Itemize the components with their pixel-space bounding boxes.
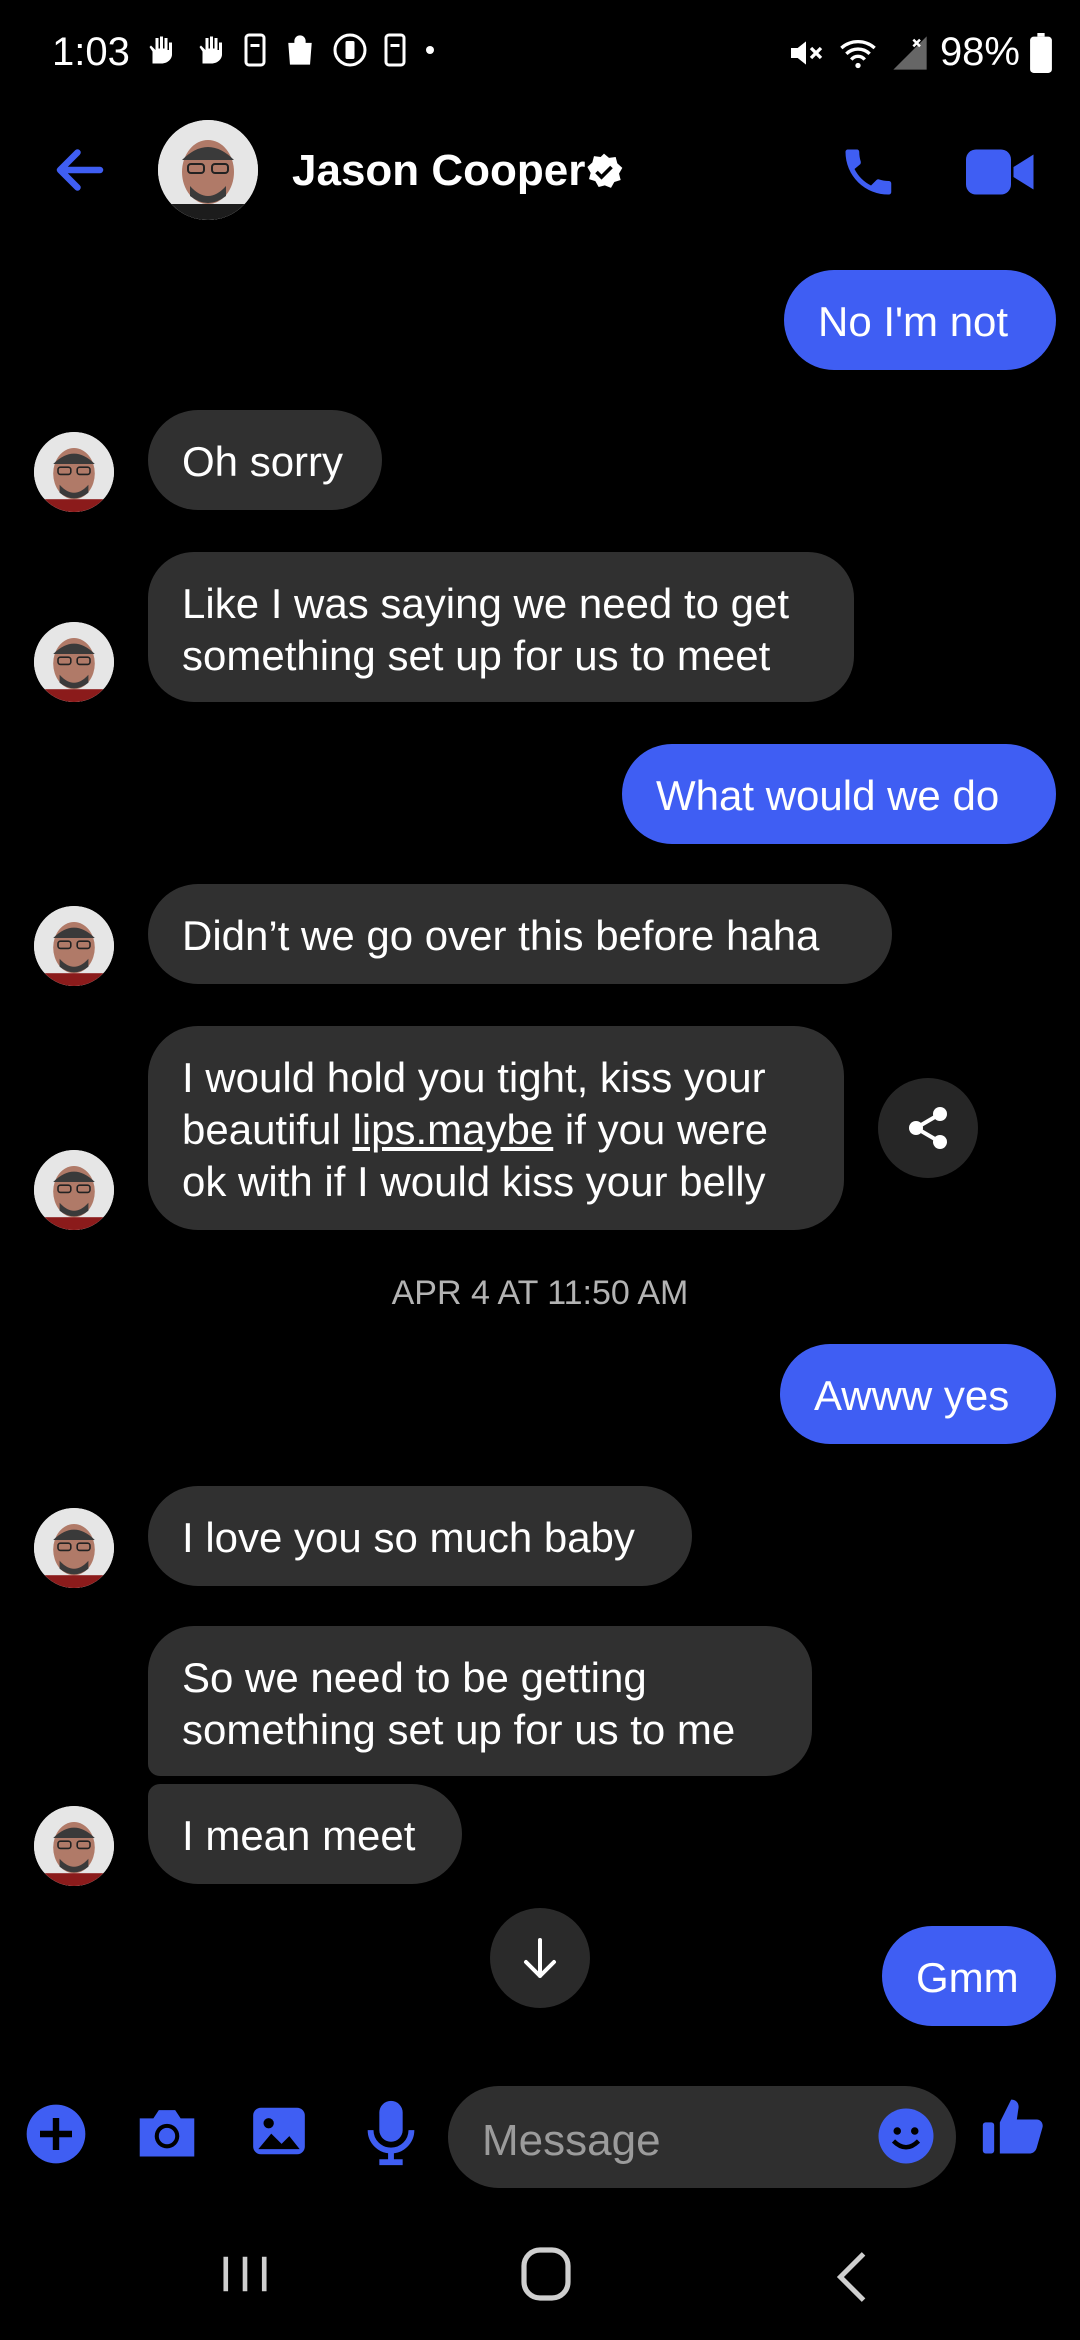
- status-time: 1:03: [52, 30, 130, 74]
- message-bubble-incoming[interactable]: I love you so much baby: [148, 1486, 692, 1586]
- camera-icon[interactable]: [134, 2102, 200, 2162]
- battery-percent: 98%: [939, 30, 1020, 74]
- plus-icon[interactable]: [24, 2102, 88, 2166]
- notification-icons: [142, 32, 438, 68]
- verified-badge-icon: [587, 153, 623, 188]
- message-bubble-incoming[interactable]: Didn’t we go over this before haha: [148, 884, 892, 984]
- message-bubble-outgoing[interactable]: Gmm: [882, 1926, 1056, 2026]
- signal-icon: [893, 35, 927, 70]
- recents-icon[interactable]: [220, 2252, 270, 2296]
- thumbs-up-icon[interactable]: [980, 2092, 1048, 2164]
- message-bubble-outgoing[interactable]: Awww yes: [780, 1344, 1056, 1444]
- scroll-to-bottom-button[interactable]: [490, 1908, 590, 2008]
- mute-icon: [790, 40, 823, 65]
- shopping-bag-icon: [288, 35, 312, 65]
- arrow-down-icon: [524, 1938, 556, 1978]
- status-right: 98%: [786, 30, 1052, 75]
- phone-status-icon: [384, 33, 406, 67]
- emoji-icon[interactable]: [876, 2106, 936, 2166]
- share-icon: [909, 1107, 947, 1149]
- message-link[interactable]: lips.maybe: [352, 1106, 553, 1153]
- more-notifications-dot-icon: [426, 46, 434, 54]
- contact-avatar[interactable]: [158, 120, 258, 220]
- message-bubble-incoming[interactable]: Like I was saying we need to get somethi…: [148, 552, 854, 702]
- contact-avatar-small[interactable]: [34, 1806, 114, 1886]
- wifi-icon: [840, 39, 876, 68]
- home-icon[interactable]: [520, 2244, 572, 2304]
- contact-avatar-small[interactable]: [34, 622, 114, 702]
- message-bubble-incoming[interactable]: So we need to be getting something set u…: [148, 1626, 812, 1776]
- hand-icon: [199, 36, 222, 64]
- message-bubble-outgoing[interactable]: No I'm not: [784, 270, 1056, 370]
- share-button[interactable]: [878, 1078, 978, 1178]
- message-bubble-incoming[interactable]: I would hold you tight, kiss your beauti…: [148, 1026, 844, 1230]
- microphone-icon[interactable]: [366, 2098, 416, 2168]
- video-call-icon[interactable]: [966, 146, 1036, 198]
- device-circle-icon: [333, 33, 367, 67]
- phone-call-icon[interactable]: [838, 142, 898, 202]
- hand-icon: [149, 36, 172, 64]
- back-icon[interactable]: [834, 2250, 870, 2304]
- message-placeholder: Message: [482, 2116, 661, 2165]
- contact-avatar-small[interactable]: [34, 432, 114, 512]
- contact-avatar-small[interactable]: [34, 906, 114, 986]
- back-arrow-icon[interactable]: [50, 140, 110, 200]
- message-bubble-incoming[interactable]: Oh sorry: [148, 410, 382, 510]
- gallery-icon[interactable]: [248, 2100, 310, 2162]
- timestamp-separator: APR 4 AT 11:50 AM: [391, 1274, 689, 1312]
- contact-name[interactable]: Jason Cooper: [292, 146, 585, 196]
- message-bubble-incoming[interactable]: I mean meet: [148, 1784, 462, 1884]
- battery-icon: [1030, 32, 1052, 73]
- message-bubble-outgoing[interactable]: What would we do: [622, 744, 1056, 844]
- contact-avatar-small[interactable]: [34, 1508, 114, 1588]
- contact-avatar-small[interactable]: [34, 1150, 114, 1230]
- phone-status-icon: [244, 33, 266, 67]
